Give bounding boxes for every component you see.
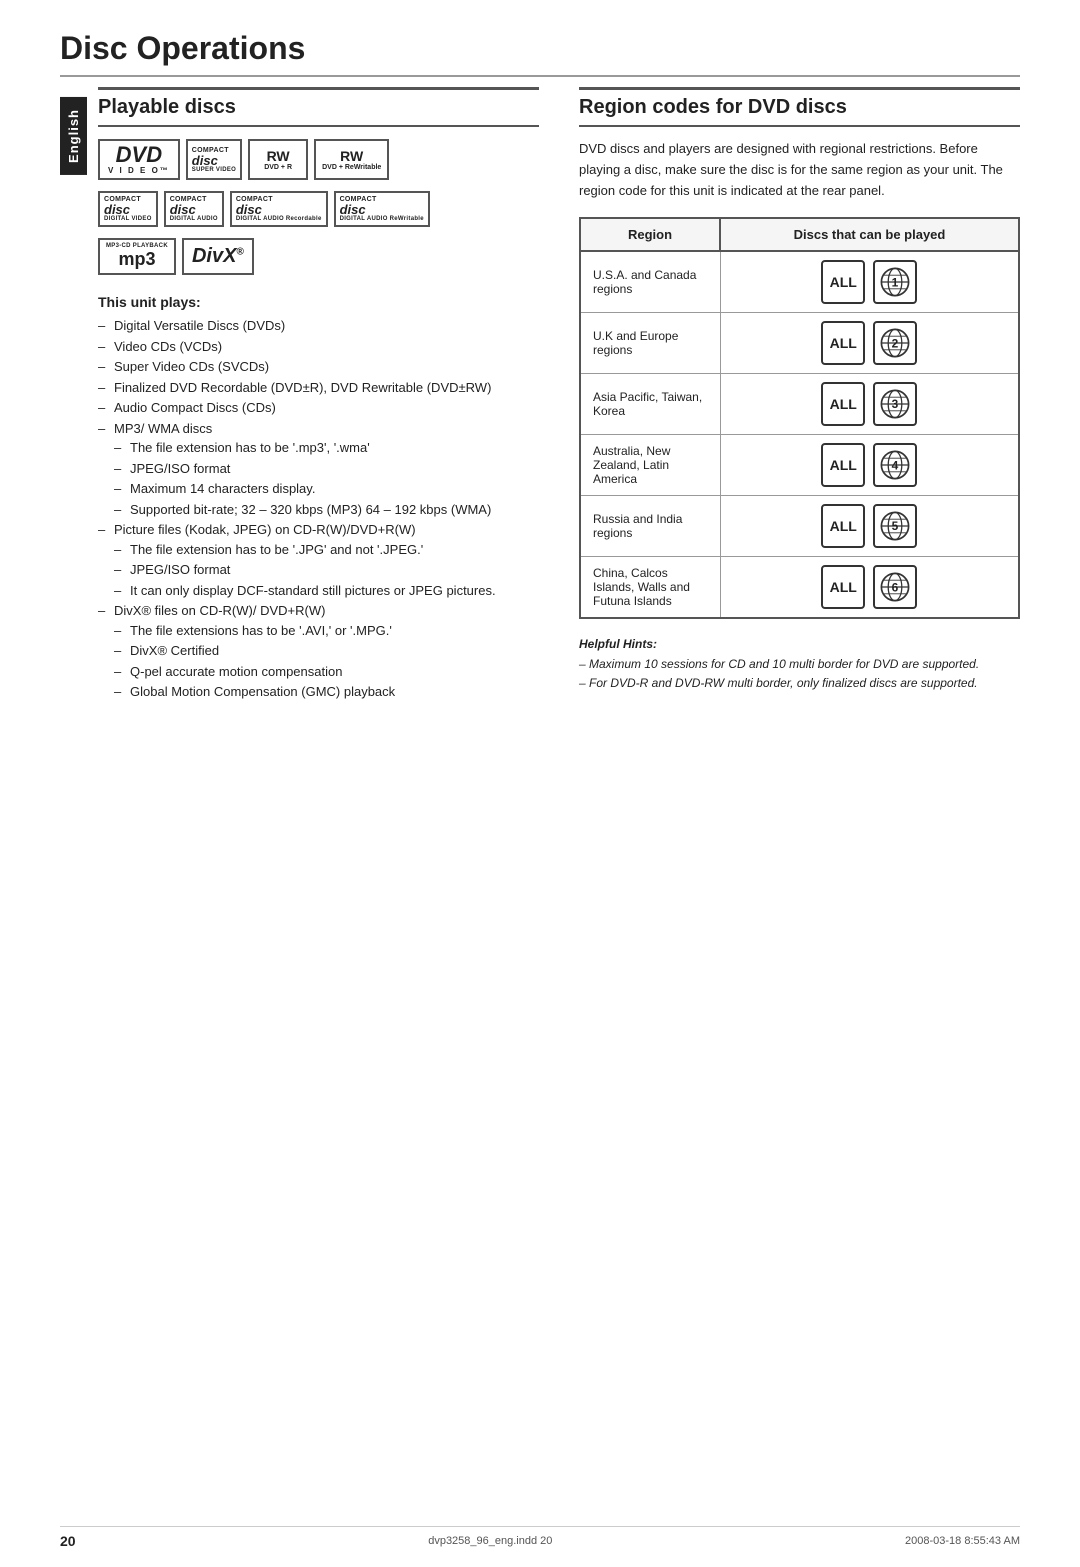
list-item: The file extension has to be '.mp3', '.w…	[114, 438, 539, 458]
globe-number-icon: 5	[873, 504, 917, 548]
table-row: Australia, New Zealand, Latin AmericaALL…	[580, 435, 1019, 496]
globe-number-icon: 4	[873, 443, 917, 487]
list-item: Audio Compact Discs (CDs)	[98, 398, 539, 418]
globe-number-icon: 1	[873, 260, 917, 304]
rw-dvdplusr-logo: RW DVD + R	[248, 139, 308, 180]
svg-text:5: 5	[892, 520, 899, 534]
region-disc-cell: ALL 6	[720, 557, 1019, 619]
main-content: English Playable discs DVD V I D E O™ CO…	[0, 77, 1080, 703]
table-row: Asia Pacific, Taiwan, KoreaALL 3	[580, 374, 1019, 435]
all-badge: ALL	[821, 260, 865, 304]
list-item: JPEG/ISO format	[114, 560, 539, 580]
disc-logo-row-3: MP3-CD PLAYBACK mp3 DivX®	[98, 238, 254, 275]
table-header-region: Region	[580, 218, 720, 251]
divx-logo: DivX®	[182, 238, 254, 275]
region-intro-text: DVD discs and players are designed with …	[579, 139, 1020, 201]
region-disc-cell: ALL 3	[720, 374, 1019, 435]
globe-number-icon: 2	[873, 321, 917, 365]
page-number: 20	[60, 1533, 76, 1549]
all-badge: ALL	[821, 504, 865, 548]
globe-number-icon: 6	[873, 565, 917, 609]
page-container: Disc Operations English Playable discs D…	[0, 0, 1080, 1567]
region-name-cell: China, Calcos Islands, Walls and Futuna …	[580, 557, 720, 619]
helpful-hints-title: Helpful Hints:	[579, 635, 1020, 654]
rw-dvdplusrw-logo: RW DVD + ReWritable	[314, 139, 389, 180]
footer-right: 2008-03-18 8:55:43 AM	[905, 1535, 1020, 1547]
list-item: Q-pel accurate motion compensation	[114, 662, 539, 682]
playable-discs-header: Playable discs	[98, 87, 539, 127]
disc-logos-area: DVD V I D E O™ COMPACT disc SUPER VIDEO …	[98, 139, 539, 280]
region-name-cell: Russia and India regions	[580, 496, 720, 557]
list-item: JPEG/ISO format	[114, 459, 539, 479]
cd-digital-video-logo: COMPACT disc DIGITAL VIDEO	[98, 191, 158, 227]
picture-sub-list: The file extension has to be '.JPG' and …	[114, 540, 539, 601]
unit-plays-header: This unit plays:	[98, 294, 539, 310]
hint-item: – For DVD-R and DVD-RW multi border, onl…	[579, 674, 1020, 693]
globe-number-icon: 3	[873, 382, 917, 426]
right-column: Region codes for DVD discs DVD discs and…	[569, 77, 1020, 703]
region-disc-cell: ALL 1	[720, 251, 1019, 313]
list-item: Picture files (Kodak, JPEG) on CD-R(W)/D…	[98, 520, 539, 600]
list-item: Supported bit-rate; 32 – 320 kbps (MP3) …	[114, 500, 539, 520]
svg-text:2: 2	[892, 337, 899, 351]
list-item: Super Video CDs (SVCDs)	[98, 357, 539, 377]
sidebar-tab: English	[60, 97, 88, 703]
cd-rewritable-logo: COMPACT disc DIGITAL AUDIO ReWritable	[334, 191, 430, 227]
page-title-bar: Disc Operations	[0, 0, 1080, 77]
disc-logo-row-2: COMPACT disc DIGITAL VIDEO COMPACT disc …	[98, 191, 430, 227]
all-badge: ALL	[821, 321, 865, 365]
table-row: China, Calcos Islands, Walls and Futuna …	[580, 557, 1019, 619]
list-item: Global Motion Compensation (GMC) playbac…	[114, 682, 539, 702]
table-row: U.K and Europe regionsALL 2	[580, 313, 1019, 374]
all-badge: ALL	[821, 565, 865, 609]
list-item: MP3/ WMA discs The file extension has to…	[98, 419, 539, 520]
cd-digital-audio-logo: COMPACT disc DIGITAL AUDIO	[164, 191, 224, 227]
helpful-hints-section: Helpful Hints: – Maximum 10 sessions for…	[579, 635, 1020, 693]
page-title: Disc Operations	[60, 30, 1020, 77]
svg-text:4: 4	[892, 459, 899, 473]
svg-text:6: 6	[892, 581, 899, 595]
divx-sub-list: The file extensions has to be '.AVI,' or…	[114, 621, 539, 702]
region-codes-header: Region codes for DVD discs	[579, 87, 1020, 127]
cd-super-video-logo: COMPACT disc SUPER VIDEO	[186, 139, 242, 180]
list-item: Video CDs (VCDs)	[98, 337, 539, 357]
region-disc-cell: ALL 5	[720, 496, 1019, 557]
footer-left: dvp3258_96_eng.indd 20	[428, 1535, 552, 1547]
svg-text:3: 3	[892, 398, 899, 412]
footer: 20 dvp3258_96_eng.indd 20 2008-03-18 8:5…	[60, 1526, 1020, 1549]
list-item: The file extensions has to be '.AVI,' or…	[114, 621, 539, 641]
svg-text:1: 1	[892, 276, 899, 290]
region-disc-cell: ALL 4	[720, 435, 1019, 496]
left-column: Playable discs DVD V I D E O™ COMPACT di…	[98, 77, 569, 703]
hint-item: – Maximum 10 sessions for CD and 10 mult…	[579, 655, 1020, 674]
hints-list: – Maximum 10 sessions for CD and 10 mult…	[579, 655, 1020, 693]
cd-recordable-logo: COMPACT disc DIGITAL AUDIO Recordable	[230, 191, 328, 227]
table-row: U.S.A. and Canada regionsALL 1	[580, 251, 1019, 313]
list-item: It can only display DCF-standard still p…	[114, 581, 539, 601]
region-name-cell: Australia, New Zealand, Latin America	[580, 435, 720, 496]
list-item: The file extension has to be '.JPG' and …	[114, 540, 539, 560]
region-name-cell: U.K and Europe regions	[580, 313, 720, 374]
mp3-logo: MP3-CD PLAYBACK mp3	[98, 238, 176, 275]
mp3-sub-list: The file extension has to be '.mp3', '.w…	[114, 438, 539, 519]
region-table: Region Discs that can be played U.S.A. a…	[579, 217, 1020, 619]
language-tab: English	[60, 97, 87, 175]
all-badge: ALL	[821, 382, 865, 426]
table-header-discs: Discs that can be played	[720, 218, 1019, 251]
disc-logo-row-1: DVD V I D E O™ COMPACT disc SUPER VIDEO …	[98, 139, 389, 180]
list-item: Finalized DVD Recordable (DVD±R), DVD Re…	[98, 378, 539, 398]
list-item: DivX® Certified	[114, 641, 539, 661]
dvd-video-logo: DVD V I D E O™	[98, 139, 180, 180]
table-row: Russia and India regionsALL 5	[580, 496, 1019, 557]
region-name-cell: U.S.A. and Canada regions	[580, 251, 720, 313]
list-item: Digital Versatile Discs (DVDs)	[98, 316, 539, 336]
unit-plays-list: Digital Versatile Discs (DVDs) Video CDs…	[98, 316, 539, 702]
region-disc-cell: ALL 2	[720, 313, 1019, 374]
region-name-cell: Asia Pacific, Taiwan, Korea	[580, 374, 720, 435]
list-item: Maximum 14 characters display.	[114, 479, 539, 499]
all-badge: ALL	[821, 443, 865, 487]
list-item: DivX® files on CD-R(W)/ DVD+R(W) The fil…	[98, 601, 539, 702]
